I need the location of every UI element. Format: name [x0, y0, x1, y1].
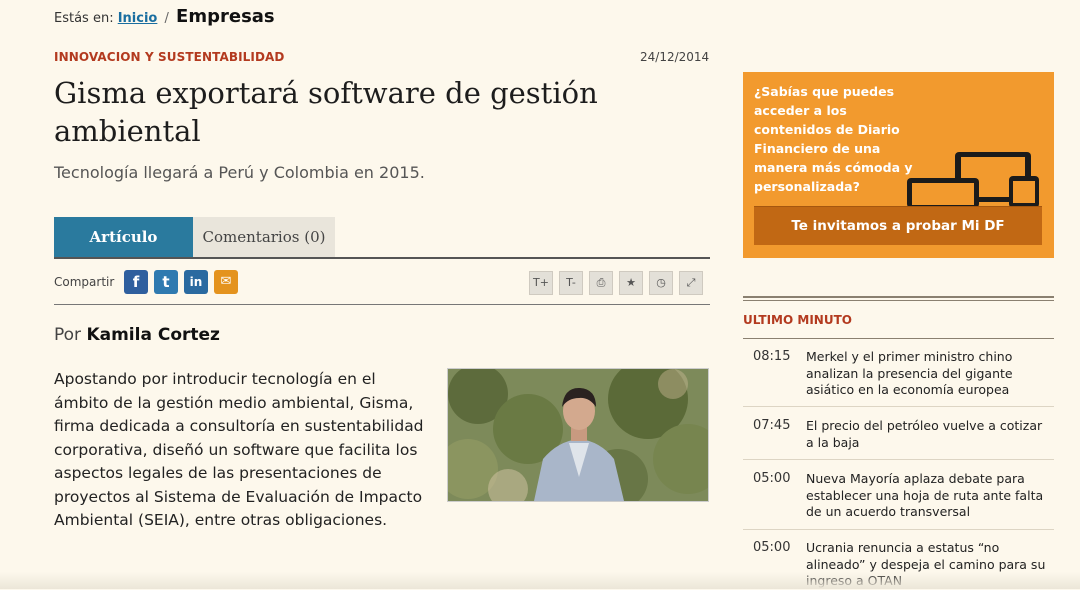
byline-prefix: Por	[54, 325, 82, 345]
clock-icon[interactable]: ◷	[649, 271, 673, 295]
ultimo-minuto-heading: ULTIMO MINUTO	[743, 313, 852, 327]
text-bigger-icon[interactable]: T+	[529, 271, 553, 295]
tab-comentarios[interactable]: Comentarios (0)	[193, 217, 335, 257]
try-mi-df-button[interactable]: Te invitamos a probar Mi DF	[754, 206, 1042, 245]
person-photo-illustration	[448, 369, 708, 501]
news-time: 05:00	[753, 471, 791, 486]
divider	[743, 296, 1054, 298]
mi-df-promo: ¿Sabías que puedes acceder a los conteni…	[743, 72, 1054, 258]
news-time: 05:00	[753, 540, 791, 555]
article-section-kicker[interactable]: INNOVACION Y SUSTENTABILIDAD	[54, 50, 284, 64]
byline: Por Kamila Cortez	[54, 325, 220, 345]
text-smaller-icon[interactable]: T-	[559, 271, 583, 295]
article-body: Apostando por introducir tecnología en e…	[54, 370, 424, 529]
divider	[743, 459, 1054, 460]
news-time: 07:45	[753, 418, 791, 433]
fullscreen-icon[interactable]: ⤢	[679, 271, 703, 295]
devices-icon	[907, 152, 1039, 208]
breadcrumb-separator: /	[164, 11, 169, 26]
divider	[743, 300, 1054, 301]
print-icon[interactable]: ⎙	[589, 271, 613, 295]
author-name[interactable]: Kamila Cortez	[86, 325, 220, 345]
breadcrumb: Estás en: Inicio / Empresas	[54, 6, 275, 27]
favorite-star-icon[interactable]: ★	[619, 271, 643, 295]
article-date: 24/12/2014	[640, 50, 710, 64]
divider	[743, 406, 1054, 407]
promo-text: ¿Sabías que puedes acceder a los conteni…	[754, 84, 913, 194]
article-photo[interactable]	[447, 368, 709, 502]
divider	[54, 304, 710, 305]
news-headline[interactable]: Nueva Mayoría aplaza debate para estable…	[806, 471, 1051, 521]
breadcrumb-home-link[interactable]: Inicio	[118, 11, 158, 26]
facebook-icon[interactable]: f	[124, 270, 148, 294]
news-time: 08:15	[753, 349, 791, 364]
article-subtitle: Tecnología llegará a Perú y Colombia en …	[54, 163, 425, 182]
tab-articulo[interactable]: Artículo	[54, 217, 193, 257]
divider	[743, 529, 1054, 530]
breadcrumb-current: Empresas	[176, 6, 275, 27]
email-icon[interactable]: ✉	[214, 270, 238, 294]
share-toolbar: Compartir f t in ✉ T+ T- ⎙ ★ ◷ ⤢	[54, 268, 710, 298]
article-title: Gisma exportará software de gestión ambi…	[54, 76, 598, 148]
divider	[743, 338, 1054, 339]
news-headline[interactable]: Merkel y el primer ministro chino analiz…	[806, 349, 1051, 399]
article-tabs: Artículo Comentarios (0)	[54, 217, 710, 259]
news-headline[interactable]: El precio del petróleo vuelve a cotizar …	[806, 418, 1051, 451]
breadcrumb-label: Estás en:	[54, 11, 114, 26]
page-bottom-fade	[0, 572, 1080, 589]
linkedin-icon[interactable]: in	[184, 270, 208, 294]
twitter-icon[interactable]: t	[154, 270, 178, 294]
share-label: Compartir	[54, 275, 115, 289]
